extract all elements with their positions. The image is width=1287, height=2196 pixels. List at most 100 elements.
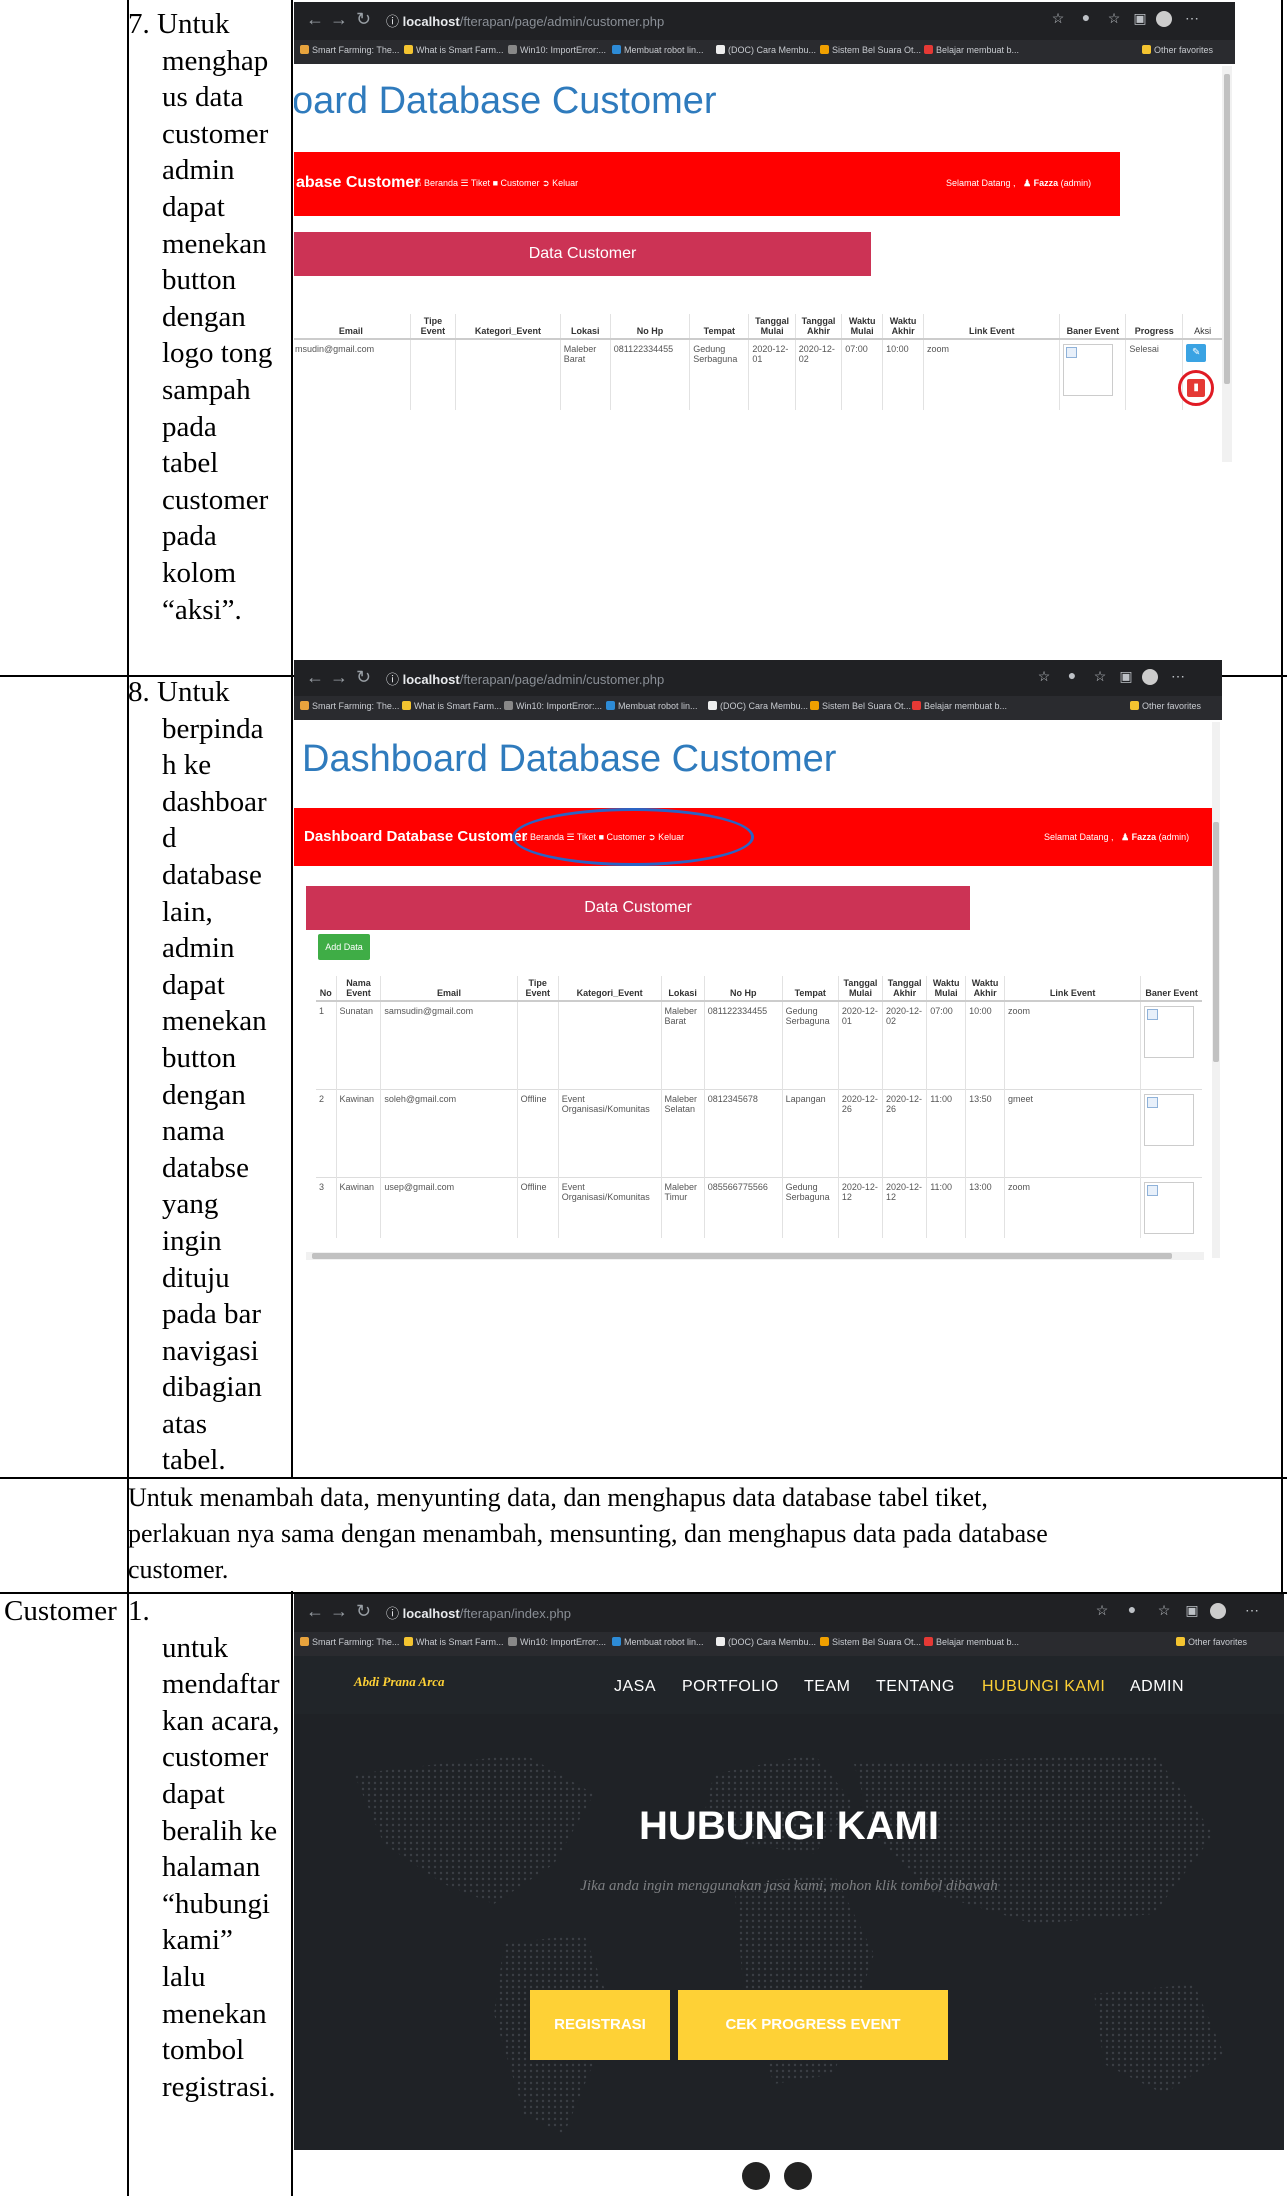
cell: Offline	[516, 1176, 559, 1238]
extension-icon[interactable]: ●	[1124, 1603, 1140, 1619]
cell	[557, 1000, 662, 1089]
world-map-background	[354, 1754, 1224, 2134]
forward-icon[interactable]: →	[330, 667, 348, 688]
th-tgl-mulai: Tanggal Mulai	[837, 976, 883, 1002]
bookmark-2[interactable]: What is Smart Farm...	[404, 45, 504, 55]
nav-beranda[interactable]: ⌂ Beranda	[416, 178, 458, 188]
refresh-icon[interactable]: ↻	[356, 9, 371, 30]
bookmarks-bar: Smart Farming: The... What is Smart Farm…	[294, 1632, 1284, 1656]
nav-admin[interactable]: ADMIN	[1130, 1678, 1184, 1696]
bookmark-5[interactable]: (DOC) Cara Membu...	[708, 701, 808, 711]
star-icon[interactable]: ☆	[1050, 11, 1066, 27]
bookmark-2[interactable]: What is Smart Farm...	[404, 1637, 504, 1647]
profile-icon[interactable]	[1156, 11, 1172, 27]
bookmark-1[interactable]: Smart Farming: The...	[300, 1637, 399, 1647]
refresh-icon[interactable]: ↻	[356, 1601, 371, 1622]
trash-icon[interactable]: ▮	[1187, 379, 1206, 397]
extension-icon[interactable]: ●	[1078, 11, 1094, 27]
star-icon[interactable]: ☆	[1094, 1603, 1110, 1619]
banner-image-placeholder	[1144, 1181, 1195, 1234]
nav-jasa[interactable]: JASA	[614, 1678, 656, 1696]
nav-hubungi-kami[interactable]: HUBUNGI KAMI	[982, 1678, 1105, 1696]
back-icon[interactable]: ←	[306, 1601, 324, 1622]
nav-team[interactable]: TEAM	[804, 1678, 850, 1696]
other-favorites[interactable]: Other favorites	[1176, 1637, 1247, 1647]
horizontal-scrollbar[interactable]	[306, 1252, 1204, 1260]
cell: Maleber Barat	[660, 1000, 705, 1089]
favorites-icon[interactable]: ☆	[1106, 11, 1122, 27]
th-nama: Nama Event	[335, 976, 381, 1002]
add-data-button[interactable]: Add Data	[318, 934, 370, 960]
nav-portfolio[interactable]: PORTFOLIO	[682, 1678, 779, 1696]
cell: Lapangan	[781, 1088, 839, 1177]
bookmark-4[interactable]: Membuat robot lin...	[612, 1637, 704, 1647]
menu-icon[interactable]: ⋯	[1170, 669, 1186, 685]
cell: zoom	[923, 338, 1060, 410]
bookmark-3[interactable]: Win10: ImportError:...	[508, 45, 606, 55]
bookmark-3[interactable]: Win10: ImportError:...	[508, 1637, 606, 1647]
scrollbar[interactable]	[1222, 66, 1232, 462]
cell: Gedung Serbaguna	[781, 1000, 839, 1089]
hero-title: HUBUNGI KAMI	[639, 1804, 939, 1848]
back-icon[interactable]: ←	[306, 667, 324, 688]
back-icon[interactable]: ←	[306, 9, 324, 30]
bookmark-7[interactable]: Belajar membuat b...	[924, 45, 1019, 55]
bookmark-5[interactable]: (DOC) Cara Membu...	[716, 45, 816, 55]
address-bar[interactable]: ⓘ localhost/fterapan/page/admin/customer…	[386, 11, 664, 30]
cell: 13:50	[965, 1088, 1005, 1177]
favorites-icon[interactable]: ☆	[1092, 669, 1108, 685]
favorites-icon[interactable]: ☆	[1156, 1603, 1172, 1619]
other-favorites[interactable]: Other favorites	[1142, 45, 1213, 55]
menu-icon[interactable]: ⋯	[1184, 11, 1200, 27]
th-lokasi: Lokasi	[559, 314, 611, 340]
cek-progress-button[interactable]: CEK PROGRESS EVENT	[678, 1990, 948, 2060]
bookmark-6[interactable]: Sistem Bel Suara Ot...	[810, 701, 911, 711]
collections-icon[interactable]: ▣	[1118, 669, 1134, 685]
profile-icon[interactable]	[1142, 669, 1158, 685]
collections-icon[interactable]: ▣	[1184, 1603, 1200, 1619]
forward-icon[interactable]: →	[330, 9, 348, 30]
edit-button[interactable]: ✎	[1186, 344, 1207, 362]
cell	[516, 1000, 559, 1089]
address-bar[interactable]: ⓘ localhost/fterapan/index.php	[386, 1603, 571, 1622]
banner-image-placeholder	[1144, 1093, 1195, 1146]
collections-icon[interactable]: ▣	[1132, 11, 1148, 27]
bookmark-2[interactable]: What is Smart Farm...	[402, 701, 502, 711]
bookmark-6[interactable]: Sistem Bel Suara Ot...	[820, 45, 921, 55]
site-brand-logo[interactable]: Abdi Prana Arca	[354, 1674, 445, 1690]
bookmark-7[interactable]: Belajar membuat b...	[912, 701, 1007, 711]
star-icon[interactable]: ☆	[1036, 669, 1052, 685]
refresh-icon[interactable]: ↻	[356, 667, 371, 688]
bookmark-7[interactable]: Belajar membuat b...	[924, 1637, 1019, 1647]
table-row: 2 Kawinan soleh@gmail.com Offline Event …	[316, 1088, 1202, 1177]
nav-tentang[interactable]: TENTANG	[876, 1678, 955, 1696]
registrasi-button[interactable]: REGISTRASI	[530, 1990, 670, 2060]
extension-icon[interactable]: ●	[1064, 669, 1080, 685]
bookmark-6[interactable]: Sistem Bel Suara Ot...	[820, 1637, 921, 1647]
navbar-brand[interactable]: abase Customer	[296, 174, 421, 192]
profile-icon[interactable]	[1210, 1603, 1226, 1619]
bookmark-1[interactable]: Smart Farming: The...	[300, 45, 399, 55]
banner-cell	[1059, 338, 1126, 410]
cell: Event Organisasi/Komunitas	[557, 1176, 662, 1238]
bookmark-4[interactable]: Membuat robot lin...	[612, 45, 704, 55]
cell: 2020-12-02	[794, 338, 842, 410]
nav-customer[interactable]: ■ Customer	[493, 178, 540, 188]
bookmark-3[interactable]: Win10: ImportError:...	[504, 701, 602, 711]
cell: zoom	[1004, 1000, 1141, 1089]
cell: gmeet	[1004, 1088, 1141, 1177]
bookmark-1[interactable]: Smart Farming: The...	[300, 701, 399, 711]
forward-icon[interactable]: →	[330, 1601, 348, 1622]
scrollbar[interactable]	[1212, 722, 1220, 1258]
page-title: oard Database Customer	[294, 80, 717, 122]
navbar-brand[interactable]: Dashboard Database Customer	[304, 828, 527, 845]
menu-icon[interactable]: ⋯	[1244, 1603, 1260, 1619]
nav-keluar[interactable]: ➲ Keluar	[542, 178, 578, 188]
th-nohp: No Hp	[703, 976, 783, 1002]
nav-tiket[interactable]: ☰ Tiket	[460, 178, 490, 188]
cell: Maleber Timur	[660, 1176, 705, 1238]
address-bar[interactable]: ⓘ localhost/fterapan/page/admin/customer…	[386, 669, 664, 688]
other-favorites[interactable]: Other favorites	[1130, 701, 1201, 711]
bookmark-5[interactable]: (DOC) Cara Membu...	[716, 1637, 816, 1647]
bookmark-4[interactable]: Membuat robot lin...	[606, 701, 698, 711]
